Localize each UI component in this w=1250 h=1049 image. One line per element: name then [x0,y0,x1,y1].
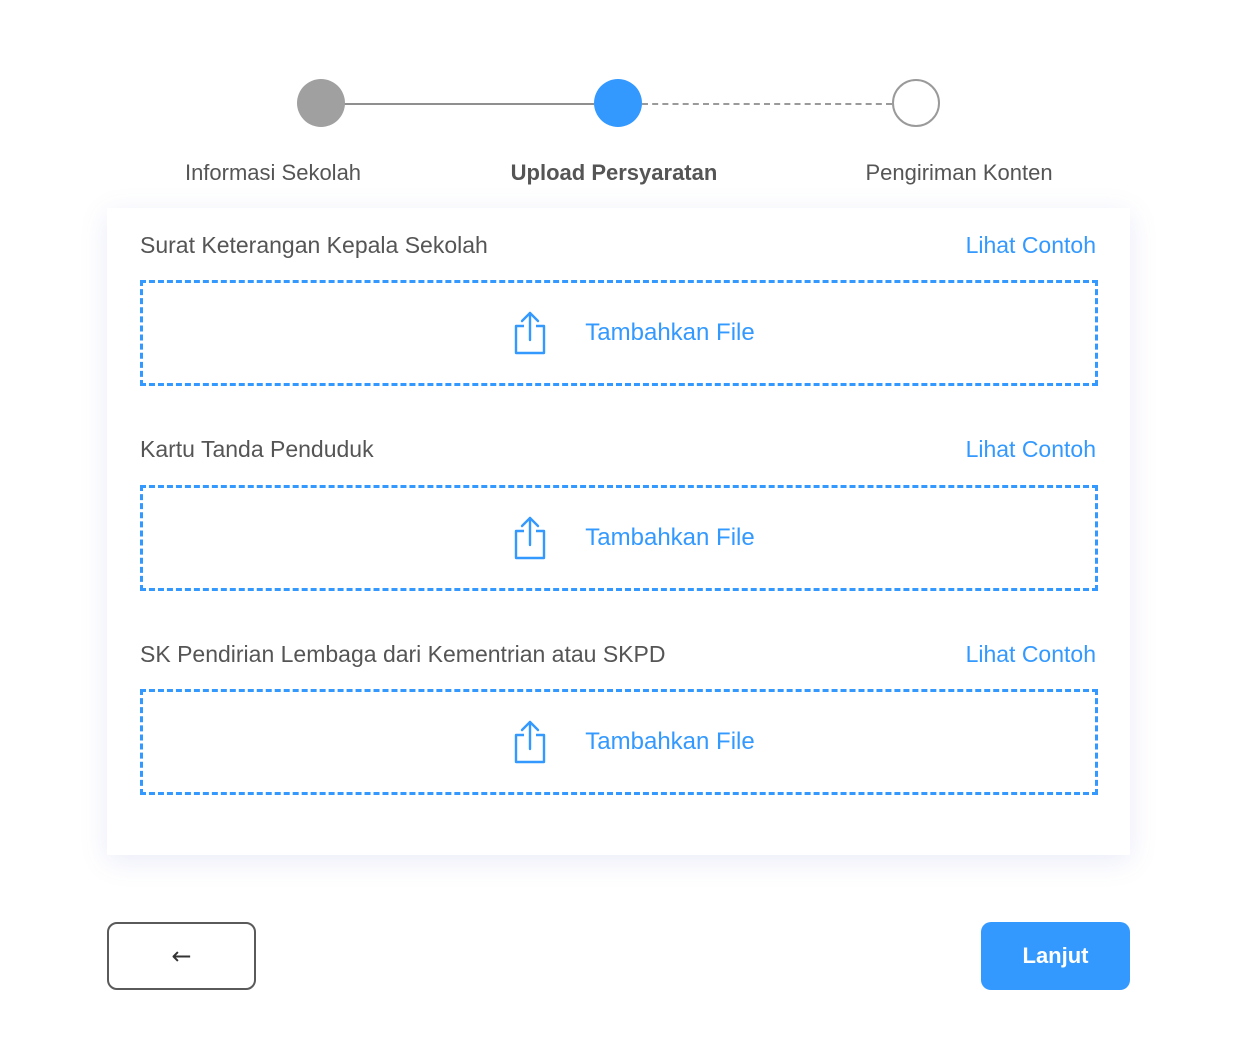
upload-icon [515,516,546,560]
add-file-label: Tambahkan File [585,319,755,346]
upload-icon [515,311,546,355]
file-drop-zone[interactable]: Tambahkan File [140,485,1098,591]
upload-field-title: Kartu Tanda Penduduk [140,436,374,462]
step-2-label: Upload Persyaratan [510,160,718,185]
step-3-label: Pengiriman Konten [865,160,1053,185]
add-file-label: Tambahkan File [585,524,755,551]
upload-icon [515,720,546,764]
stepper-connector-pending [642,103,892,105]
upload-field-header: Kartu Tanda Penduduk Lihat Contoh [140,436,1098,476]
see-example-link[interactable]: Lihat Contoh [966,232,1096,259]
drop-zone-content: Tambahkan File [513,311,755,355]
add-file-label: Tambahkan File [585,728,755,755]
next-button[interactable]: Lanjut [981,922,1130,990]
upload-field-header: Surat Keterangan Kepala Sekolah Lihat Co… [140,232,1098,272]
upload-card: Surat Keterangan Kepala Sekolah Lihat Co… [107,208,1130,855]
step-3-indicator [892,79,940,127]
back-button[interactable]: ← [107,922,256,990]
upload-field-sk-pendirian: SK Pendirian Lembaga dari Kementrian ata… [140,641,1098,795]
see-example-link[interactable]: Lihat Contoh [966,641,1096,668]
upload-field-title: Surat Keterangan Kepala Sekolah [140,232,488,258]
file-drop-zone[interactable]: Tambahkan File [140,689,1098,795]
upload-field-title: SK Pendirian Lembaga dari Kementrian ata… [140,641,666,667]
step-2-indicator [594,79,642,127]
drop-zone-content: Tambahkan File [513,720,755,764]
file-drop-zone[interactable]: Tambahkan File [140,280,1098,386]
upload-field-header: SK Pendirian Lembaga dari Kementrian ata… [140,641,1098,681]
upload-field-surat-keterangan: Surat Keterangan Kepala Sekolah Lihat Co… [140,232,1098,386]
stepper-connector-completed [344,103,594,105]
drop-zone-content: Tambahkan File [513,516,755,560]
progress-stepper: Informasi Sekolah Upload Persyaratan Pen… [0,0,1250,200]
upload-requirements-page: Informasi Sekolah Upload Persyaratan Pen… [0,0,1250,1049]
upload-field-ktp: Kartu Tanda Penduduk Lihat Contoh Tambah… [140,436,1098,591]
step-1-label: Informasi Sekolah [184,160,362,185]
arrow-left-icon: ← [171,942,192,970]
step-1-indicator [297,79,345,127]
see-example-link[interactable]: Lihat Contoh [966,436,1096,463]
